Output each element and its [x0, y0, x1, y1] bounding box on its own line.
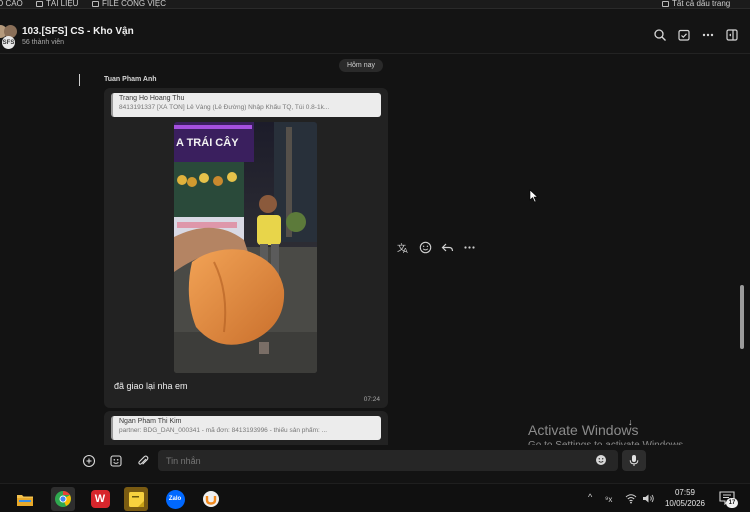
all-bookmarks-button[interactable]: Tất cả dấu trang	[662, 0, 730, 8]
message-composer	[0, 445, 750, 481]
message-input[interactable]	[158, 450, 618, 471]
wps-office-icon: W	[90, 490, 110, 508]
message-bubble[interactable]: Trang Ho Hoang Thu 8413191337 [XÀ TÔN] L…	[104, 88, 388, 408]
volume-icon[interactable]	[642, 493, 655, 504]
message-text: đã giao lại nha em	[114, 381, 188, 391]
file-explorer-icon	[17, 494, 33, 506]
attach-icon[interactable]	[134, 452, 152, 470]
folder-icon	[662, 0, 669, 7]
conversation-header: SFS 103.[SFS] CS - Kho Vận 56 thành viên	[0, 10, 750, 54]
svg-text:⁹x: ⁹x	[605, 495, 612, 504]
sticky-notes-icon	[128, 491, 144, 507]
message-list[interactable]: Hôm nay Tuan Pham Anh Trang Ho Hoang Thu…	[0, 55, 750, 451]
bookmark-bao-cao[interactable]: O CÁO	[0, 0, 23, 8]
folder-icon	[92, 0, 99, 7]
bookmark-label: TÀI LIỆU	[46, 0, 79, 8]
message-photo[interactable]: A TRÁI CÂY	[174, 122, 317, 373]
scrollbar[interactable]	[740, 285, 744, 349]
watermark-title: Activate Windows	[528, 422, 639, 438]
text-cursor	[79, 74, 80, 86]
keyboard-language-icon[interactable]: ⁹x	[605, 493, 618, 504]
search-icon[interactable]	[653, 28, 667, 42]
clock-date: 10/05/2026	[664, 499, 706, 508]
emoji-react-icon[interactable]	[418, 240, 432, 254]
member-count[interactable]: 56 thành viên	[22, 39, 64, 46]
taskbar-ultraviewer[interactable]	[199, 487, 223, 511]
add-icon[interactable]	[80, 452, 98, 470]
notification-count-badge: 17	[726, 498, 738, 508]
message-actions: 文A	[396, 240, 476, 254]
mouse-cursor-icon	[529, 189, 539, 203]
taskbar-file-explorer[interactable]	[13, 487, 37, 511]
sticker-icon[interactable]	[107, 452, 125, 470]
sender-name[interactable]: Tuan Pham Anh	[104, 76, 157, 83]
chrome-icon	[55, 490, 71, 507]
avatar-badge: SFS	[2, 36, 15, 49]
quoted-sender: Trang Ho Hoang Thu	[119, 95, 185, 102]
taskbar-sticky-notes[interactable]	[124, 487, 148, 511]
day-separator: Hôm nay	[339, 59, 383, 72]
quoted-text: partner: BDG_DAN_000341 - mã đơn: 841319…	[119, 427, 328, 434]
all-bookmarks-label: Tất cả dấu trang	[672, 0, 731, 8]
message-bubble[interactable]: Ngan Pham Thi Kim partner: BDG_DAN_00034…	[104, 411, 388, 445]
zalo-window: O CÁO TÀI LIỆU FILE CÔNG VIỆC Tất cả dấu…	[0, 0, 750, 512]
taskbar-clock[interactable]: 07:59 10/05/2026	[661, 487, 709, 509]
voice-record-button[interactable]	[622, 450, 646, 471]
taskbar-wps[interactable]: W	[88, 487, 112, 511]
message-time: 07:24	[363, 396, 380, 403]
ultraviewer-icon	[203, 491, 219, 507]
taskbar: W Zalo ^ ⁹x 07:59 10/05/2026 17	[0, 483, 750, 512]
quoted-text: 8413191337 [XÀ TÔN] Lê Vàng (Lê Đường) N…	[119, 104, 330, 111]
bookmark-bar: O CÁO TÀI LIỆU FILE CÔNG VIỆC Tất cả dấu…	[0, 0, 750, 9]
sidebar-toggle-icon[interactable]	[725, 28, 739, 42]
bookmark-label: O CÁO	[0, 0, 23, 8]
calendar-check-icon[interactable]	[677, 28, 691, 42]
more-options-icon[interactable]	[701, 28, 715, 42]
microphone-icon	[629, 455, 639, 466]
taskbar-zalo[interactable]: Zalo	[163, 487, 187, 511]
zalo-icon: Zalo	[165, 489, 185, 509]
quoted-message[interactable]: Ngan Pham Thi Kim partner: BDG_DAN_00034…	[111, 416, 381, 440]
taskbar-chrome[interactable]	[51, 487, 75, 511]
folder-icon	[36, 0, 43, 7]
bookmark-tai-lieu[interactable]: TÀI LIỆU	[36, 0, 78, 8]
translate-icon[interactable]: 文A	[396, 240, 410, 254]
reply-icon[interactable]	[440, 240, 454, 254]
more-actions-icon[interactable]	[462, 240, 476, 254]
bookmark-file-cong-viec[interactable]: FILE CÔNG VIỆC	[92, 0, 166, 8]
quoted-message[interactable]: Trang Ho Hoang Thu 8413191337 [XÀ TÔN] L…	[111, 93, 381, 117]
group-title[interactable]: 103.[SFS] CS - Kho Vận	[22, 26, 134, 37]
emoji-icon[interactable]	[595, 454, 607, 466]
group-avatar[interactable]: SFS	[0, 25, 18, 51]
svg-text:A: A	[403, 248, 408, 254]
shop-sign-text: A TRÁI CÂY	[176, 136, 239, 149]
clock-time: 07:59	[674, 488, 696, 497]
quoted-sender: Ngan Pham Thi Kim	[119, 418, 182, 425]
tray-chevron-up-icon[interactable]: ^	[588, 492, 592, 502]
bookmark-label: FILE CÔNG VIỆC	[102, 0, 167, 8]
wifi-icon[interactable]	[625, 493, 637, 504]
photo-image: A TRÁI CÂY	[174, 122, 317, 373]
